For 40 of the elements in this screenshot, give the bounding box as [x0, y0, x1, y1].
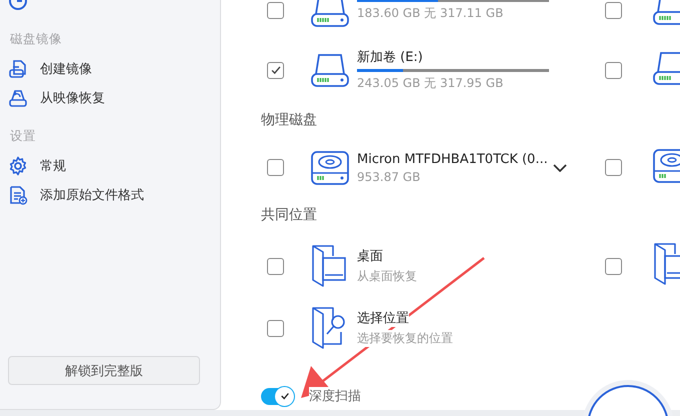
- sidebar-item[interactable]: 创建镜像: [8, 54, 210, 83]
- location-description: 选择要恢复的位置: [357, 330, 453, 347]
- drive-name: Micron MTFDHBA1T0TCK (0...: [357, 152, 548, 166]
- section-title: 物理磁盘: [261, 111, 317, 129]
- drive-name: 新加卷 (E:): [357, 48, 423, 66]
- checkbox[interactable]: [267, 2, 284, 18]
- checkbox[interactable]: [267, 62, 284, 78]
- sidebar-item[interactable]: 常规: [8, 151, 210, 180]
- check-icon: [280, 391, 290, 401]
- folder-icon: [311, 244, 347, 288]
- checkbox[interactable]: [267, 258, 284, 274]
- settings-icon: [8, 156, 28, 176]
- section-title: 共同位置: [261, 206, 317, 224]
- checkbox[interactable]: [267, 159, 284, 176]
- drive-file-icon: [8, 58, 28, 78]
- checkbox[interactable]: [605, 62, 622, 78]
- drive-capacity: 183.60 GB 无 317.11 GB: [357, 4, 504, 22]
- folder-search-icon: [311, 306, 347, 350]
- drive-capacity: 953.87 GB: [357, 170, 420, 184]
- chevron-down-icon[interactable]: [553, 164, 567, 172]
- checkbox[interactable]: [605, 159, 622, 176]
- checkbox[interactable]: [605, 258, 622, 274]
- drive-icon: [653, 51, 680, 85]
- checkbox[interactable]: [267, 320, 284, 336]
- checkbox[interactable]: [605, 2, 622, 18]
- sidebar-item[interactable]: 从映像恢复: [8, 83, 210, 112]
- section-title: 设置: [10, 128, 37, 145]
- location-name: 桌面: [357, 247, 383, 265]
- section-title: 磁盘镜像: [10, 31, 63, 48]
- location-name: 选择位置: [357, 309, 409, 327]
- folder-icon: [653, 242, 680, 286]
- location-description: 从桌面恢复: [357, 268, 417, 285]
- drive-icon: [311, 53, 349, 87]
- sidebar-item[interactable]: 添加原始文件格式: [8, 180, 210, 209]
- toggle-label: 深度扫描: [309, 387, 361, 405]
- toggle-switch[interactable]: [261, 388, 293, 404]
- drive-arrow-icon: [8, 88, 28, 108]
- file-plus-icon: [8, 184, 28, 204]
- upgrade-button[interactable]: 解锁到完整版: [8, 356, 200, 385]
- drive-icon: [311, 0, 349, 27]
